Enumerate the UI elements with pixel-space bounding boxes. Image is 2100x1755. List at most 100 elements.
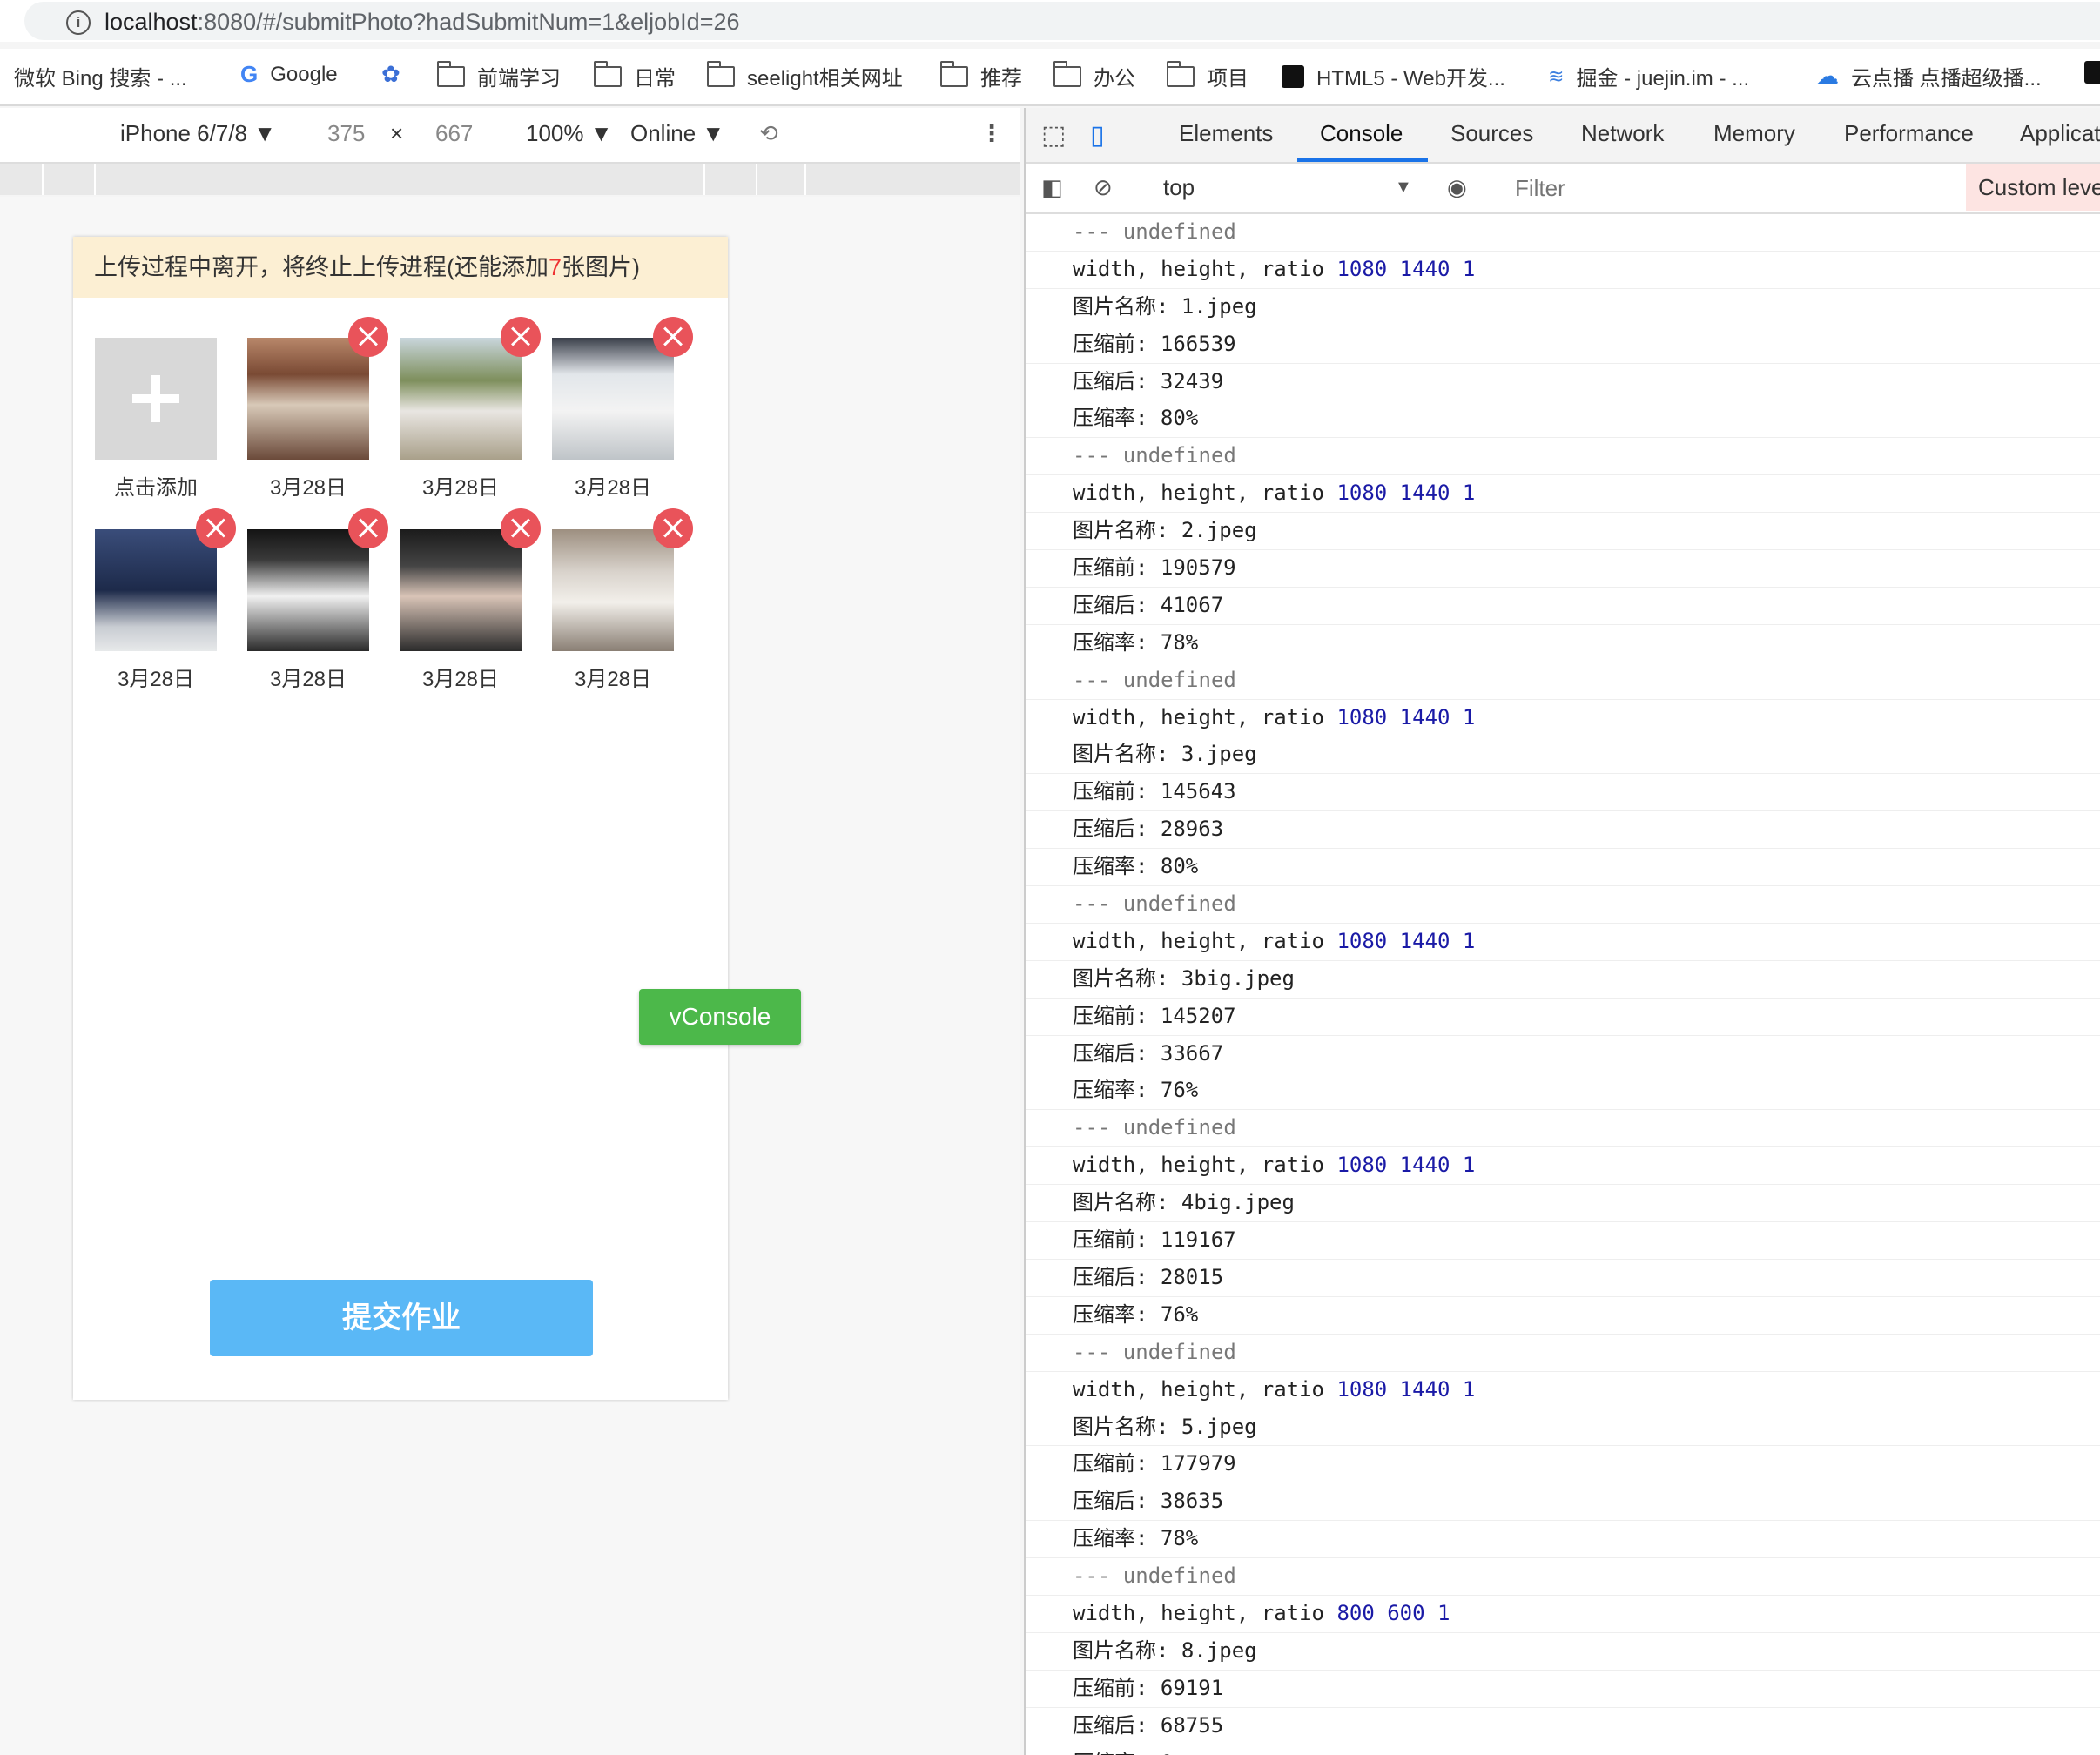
tab-application[interactable]: Applicat [2020,120,2100,147]
console-message: 图片名称: 8.jpeg [1026,1633,2100,1671]
photo-date: 3月28日 [574,476,652,500]
baidu-paw-icon: ✿ [381,61,400,87]
photo-thumbnail[interactable] [552,317,693,460]
console-message: --- undefined [1026,1110,2100,1148]
console-text: width, height, ratio [1073,1600,1337,1625]
upload-notice: 上传过程中离开，将终止上传进程(还能添加7张图片) [73,237,728,298]
console-message: 压缩率: 78% [1026,625,2100,662]
submit-homework-button[interactable]: 提交作业 [210,1280,593,1356]
clear-console-icon[interactable]: ⊘ [1094,174,1113,201]
tab-elements[interactable]: Elements [1179,120,1273,147]
url-text[interactable]: localhost:8080/#/submitPhoto?hadSubmitNu… [104,9,740,36]
context-dropdown-icon[interactable]: ▼ [1395,178,1412,198]
console-text: 压缩前: 145643 [1073,779,1236,804]
console-separator: --- undefined [1073,1563,1236,1589]
bookmark-folder-daily[interactable]: 日常 [594,60,676,91]
console-separator: --- undefined [1073,443,1236,468]
media-query-bar[interactable] [0,164,1020,195]
photo-thumbnail[interactable] [400,508,541,651]
console-message: 图片名称: 2.jpeg [1026,513,2100,551]
bookmark-google[interactable]: G Google [240,61,338,88]
rotate-icon[interactable]: ⟲ [759,120,778,147]
photo-thumbnail[interactable] [247,317,388,460]
console-message: 压缩后: 68755 [1026,1708,2100,1745]
tab-sources[interactable]: Sources [1450,120,1533,147]
dimension-separator: × [390,120,404,146]
delete-icon[interactable] [348,508,388,548]
delete-icon[interactable] [348,317,388,357]
bookmark-folder-frontend[interactable]: 前端学习 [437,60,561,91]
width-input[interactable]: 375 [327,120,365,147]
console-text: 压缩率: 76% [1073,1078,1199,1103]
bookmark-baidu[interactable]: ✿ [381,61,413,88]
folder-icon [1053,60,1081,87]
tab-console[interactable]: Console [1320,120,1403,147]
tab-network[interactable]: Network [1581,120,1664,147]
folder-icon [940,60,968,87]
zoom-select[interactable]: 100% ▼ [526,120,612,147]
ruler-mark [804,164,806,195]
network-throttle-select[interactable]: Online ▼ [630,120,724,147]
vconsole-button[interactable]: vConsole [639,989,801,1045]
bookmark-more[interactable] [2084,61,2100,84]
console-text: width, height, ratio [1073,481,1337,506]
console-message: 压缩率: 0% [1026,1745,2100,1755]
bookmark-folder-office[interactable]: 办公 [1053,60,1135,91]
console-message: 压缩后: 38635 [1026,1483,2100,1522]
eye-icon[interactable]: ◉ [1447,174,1467,201]
delete-icon[interactable] [196,508,236,548]
sidebar-toggle-icon[interactable]: ◧ [1041,174,1063,201]
ruler-mark [42,164,44,195]
device-toggle-icon[interactable]: ▯ [1090,120,1105,151]
info-icon[interactable]: i [66,10,91,35]
console-number: 1080 1440 1 [1336,1153,1476,1178]
console-text: 压缩后: 68755 [1073,1712,1224,1738]
bookmark-folder-projects[interactable]: 项目 [1167,60,1249,91]
filter-input[interactable] [1513,167,1961,209]
height-input[interactable]: 667 [435,120,473,147]
bookmark-folder-recommend[interactable]: 推荐 [940,60,1022,91]
more-options-icon[interactable]: ⋮ [980,120,1003,147]
photo-thumbnail[interactable] [95,508,236,651]
tab-performance[interactable]: Performance [1844,120,1974,147]
photo-tile: 3月28日 [400,508,541,692]
photo-thumbnail[interactable] [400,317,541,460]
console-message: 压缩后: 28963 [1026,811,2100,850]
photo-thumbnail[interactable] [552,508,693,651]
delete-icon[interactable] [501,508,541,548]
add-photo-button[interactable] [95,338,217,460]
console-message: --- undefined [1026,886,2100,924]
console-text: 图片名称: 8.jpeg [1073,1637,1257,1663]
console-text: 图片名称: 3big.jpeg [1073,965,1295,991]
bookmark-cloud[interactable]: ☁ 云点播 点播超级播... [1816,61,2042,91]
console-text: 压缩前: 190579 [1073,555,1236,581]
console-text: 压缩前: 177979 [1073,1451,1236,1476]
inspect-element-icon[interactable]: ⬚ [1041,120,1066,151]
bookmark-html5[interactable]: HTML5 - Web开发... [1282,61,1505,91]
bookmark-bing[interactable]: 微软 Bing 搜索 - ... [14,61,187,91]
bookmark-label: 推荐 [980,67,1022,91]
url-field[interactable]: i localhost:8080/#/submitPhoto?hadSubmit… [24,2,2100,40]
folder-icon [437,60,465,87]
photo-thumbnail[interactable] [247,508,388,651]
tab-memory[interactable]: Memory [1713,120,1795,147]
add-photo-tile[interactable]: 点击添加 [95,338,217,501]
mobile-page: 上传过程中离开，将终止上传进程(还能添加7张图片) 点击添加 3月28日 3月2… [73,237,801,1400]
log-levels-select[interactable]: Custom leve [1966,164,2100,211]
console-number: 800 600 1 [1336,1600,1450,1625]
context-select[interactable]: top [1163,174,1195,201]
console-message: 压缩率: 76% [1026,1072,2100,1111]
console-message: 压缩后: 41067 [1026,588,2100,625]
bookmark-folder-seelight[interactable]: seelight相关网址 [707,60,903,91]
bookmark-juejin[interactable]: ≋ 掘金 - juejin.im - ... [1548,61,1749,91]
delete-icon[interactable] [653,317,693,357]
delete-icon[interactable] [501,317,541,357]
photo-date: 3月28日 [574,668,652,691]
device-select[interactable]: iPhone 6/7/8 ▼ [120,120,276,147]
devtools-tabbar: ⬚ ▯ Elements Console Sources Network Mem… [1026,108,2100,164]
console-message: 图片名称: 4big.jpeg [1026,1185,2100,1223]
console-text: 压缩前: 69191 [1073,1675,1224,1700]
console-number: 1080 1440 1 [1336,256,1476,281]
console-message: 图片名称: 3big.jpeg [1026,961,2100,999]
delete-icon[interactable] [653,508,693,548]
